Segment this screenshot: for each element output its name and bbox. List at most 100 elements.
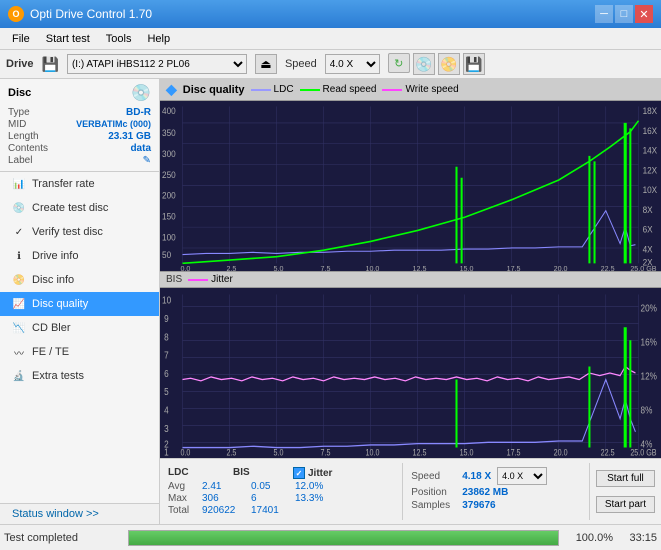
disc-info-icon: 📀 xyxy=(12,273,26,287)
minimize-button[interactable]: ─ xyxy=(595,5,613,23)
svg-text:20.0: 20.0 xyxy=(554,264,568,271)
title-bar: O Opti Drive Control 1.70 ─ □ ✕ xyxy=(0,0,661,28)
sidebar-item-transfer-rate[interactable]: 📊 Transfer rate xyxy=(0,172,159,196)
svg-text:200: 200 xyxy=(162,190,176,200)
speed-position-stats: Speed 4.18 X 4.0 X Position 23862 MB Sam… xyxy=(403,463,590,520)
ldc-max: 306 xyxy=(202,493,247,504)
samples-value: 379676 xyxy=(462,500,495,511)
svg-text:7: 7 xyxy=(164,349,169,361)
right-panel: ◆ Disc quality LDC Read speed Write spee… xyxy=(160,79,661,524)
svg-text:0.0: 0.0 xyxy=(180,448,190,458)
ldc-label: LDC xyxy=(274,84,294,95)
svg-text:20%: 20% xyxy=(641,302,657,314)
svg-text:22.5: 22.5 xyxy=(601,264,615,271)
maximize-button[interactable]: □ xyxy=(615,5,633,23)
start-part-button[interactable]: Start part xyxy=(596,496,655,513)
disc-icon: 💿 xyxy=(131,83,151,103)
svg-text:150: 150 xyxy=(162,211,176,221)
sidebar-item-cd-bler[interactable]: 📉 CD Bler xyxy=(0,316,159,340)
sidebar: Disc 💿 Type BD-R MID VERBATIMc (000) Len… xyxy=(0,79,160,524)
cd-bler-icon: 📉 xyxy=(12,321,26,335)
bis-header: BIS xyxy=(233,467,273,479)
type-value: BD-R xyxy=(126,107,151,118)
sidebar-item-fe-te[interactable]: 〰 FE / TE xyxy=(0,340,159,364)
window-title: Opti Drive Control 1.70 xyxy=(30,7,152,21)
progress-bar-inner xyxy=(129,531,558,545)
jitter-legend-label: Jitter xyxy=(211,274,233,285)
ldc-avg: 2.41 xyxy=(202,481,247,492)
start-buttons: Start full Start part xyxy=(590,463,661,520)
svg-text:8%: 8% xyxy=(641,404,653,416)
ldc-header: LDC xyxy=(168,467,213,479)
charts-wrapper: 400 350 300 250 200 150 100 50 18X 16X 1… xyxy=(160,101,661,458)
speed-stat-label: Speed xyxy=(411,471,456,482)
max-label: Max xyxy=(168,493,198,504)
eject-button[interactable]: ⏏ xyxy=(255,54,277,74)
write-color xyxy=(382,89,402,91)
sidebar-item-verify-test-disc[interactable]: ✓ Verify test disc xyxy=(0,220,159,244)
disc-label-label: Label xyxy=(8,155,32,166)
chart-icon: ◆ xyxy=(166,81,177,98)
chart-header: ◆ Disc quality LDC Read speed Write spee… xyxy=(160,79,661,101)
sidebar-item-disc-info[interactable]: 📀 Disc info xyxy=(0,268,159,292)
ldc-color xyxy=(251,89,271,91)
drive-select[interactable]: (I:) ATAPI iHBS112 2 PL06 xyxy=(67,54,247,74)
read-label: Read speed xyxy=(323,84,377,95)
svg-text:16%: 16% xyxy=(641,336,657,348)
svg-text:100: 100 xyxy=(162,232,176,242)
transfer-rate-label: Transfer rate xyxy=(32,178,95,190)
drive-info-label: Drive info xyxy=(32,250,78,262)
rw-button[interactable]: 📀 xyxy=(438,53,460,75)
speed-select-bar[interactable]: 4.0 X xyxy=(325,54,380,74)
verify-disc-label: Verify test disc xyxy=(32,226,103,238)
create-disc-icon: 💿 xyxy=(12,201,26,215)
drive-bar: Drive 💾 (I:) ATAPI iHBS112 2 PL06 ⏏ Spee… xyxy=(0,50,661,79)
sidebar-item-drive-info[interactable]: ℹ Drive info xyxy=(0,244,159,268)
menu-help[interactable]: Help xyxy=(139,31,178,47)
svg-text:25.0 GB: 25.0 GB xyxy=(630,448,657,458)
bis-max: 6 xyxy=(251,493,291,504)
jitter-checkbox[interactable]: ✓ xyxy=(293,467,305,479)
app-icon: O xyxy=(8,6,24,22)
disc-icon-button[interactable]: 💿 xyxy=(413,53,435,75)
menu-file[interactable]: File xyxy=(4,31,38,47)
jitter-avg: 12.0% xyxy=(295,481,345,492)
close-button[interactable]: ✕ xyxy=(635,5,653,23)
svg-text:5.0: 5.0 xyxy=(273,264,283,271)
refresh-button[interactable]: ↻ xyxy=(388,53,410,73)
menu-tools[interactable]: Tools xyxy=(98,31,140,47)
menu-start-test[interactable]: Start test xyxy=(38,31,98,47)
svg-text:1: 1 xyxy=(164,445,169,457)
svg-text:15.0: 15.0 xyxy=(460,448,474,458)
menu-bar: File Start test Tools Help xyxy=(0,28,661,50)
sidebar-item-extra-tests[interactable]: 🔬 Extra tests xyxy=(0,364,159,388)
sidebar-item-disc-quality[interactable]: 📈 Disc quality xyxy=(0,292,159,316)
speed-stat-select[interactable]: 4.0 X xyxy=(497,467,547,485)
svg-text:300: 300 xyxy=(162,149,176,159)
svg-text:17.5: 17.5 xyxy=(507,264,521,271)
verify-disc-icon: ✓ xyxy=(12,225,26,239)
disc-quality-icon: 📈 xyxy=(12,297,26,311)
disc-title: Disc xyxy=(8,87,31,99)
fe-te-icon: 〰 xyxy=(12,345,26,359)
fe-te-label: FE / TE xyxy=(32,346,69,358)
svg-text:16X: 16X xyxy=(643,126,658,136)
nav-items: 📊 Transfer rate 💿 Create test disc ✓ Ver… xyxy=(0,172,159,503)
disc-label-edit-icon[interactable]: ✎ xyxy=(143,155,151,166)
cd-bler-label: CD Bler xyxy=(32,322,71,334)
main-layout: Disc 💿 Type BD-R MID VERBATIMc (000) Len… xyxy=(0,79,661,524)
time-text: 33:15 xyxy=(617,532,657,544)
window-controls: ─ □ ✕ xyxy=(595,5,653,23)
stats-row: LDC BIS ✓ Jitter Avg 2.41 0.05 12.0% Max… xyxy=(160,458,661,524)
read-color xyxy=(300,89,320,91)
save-button[interactable]: 💾 xyxy=(463,53,485,75)
svg-text:10: 10 xyxy=(162,294,171,306)
svg-text:7.5: 7.5 xyxy=(321,448,331,458)
progress-bar xyxy=(128,530,559,546)
progress-text: 100.0% xyxy=(563,532,613,544)
svg-text:350: 350 xyxy=(162,128,176,138)
svg-text:7.5: 7.5 xyxy=(321,264,331,271)
start-full-button[interactable]: Start full xyxy=(596,470,655,487)
sidebar-item-create-test-disc[interactable]: 💿 Create test disc xyxy=(0,196,159,220)
bis-label: BIS xyxy=(166,274,182,285)
